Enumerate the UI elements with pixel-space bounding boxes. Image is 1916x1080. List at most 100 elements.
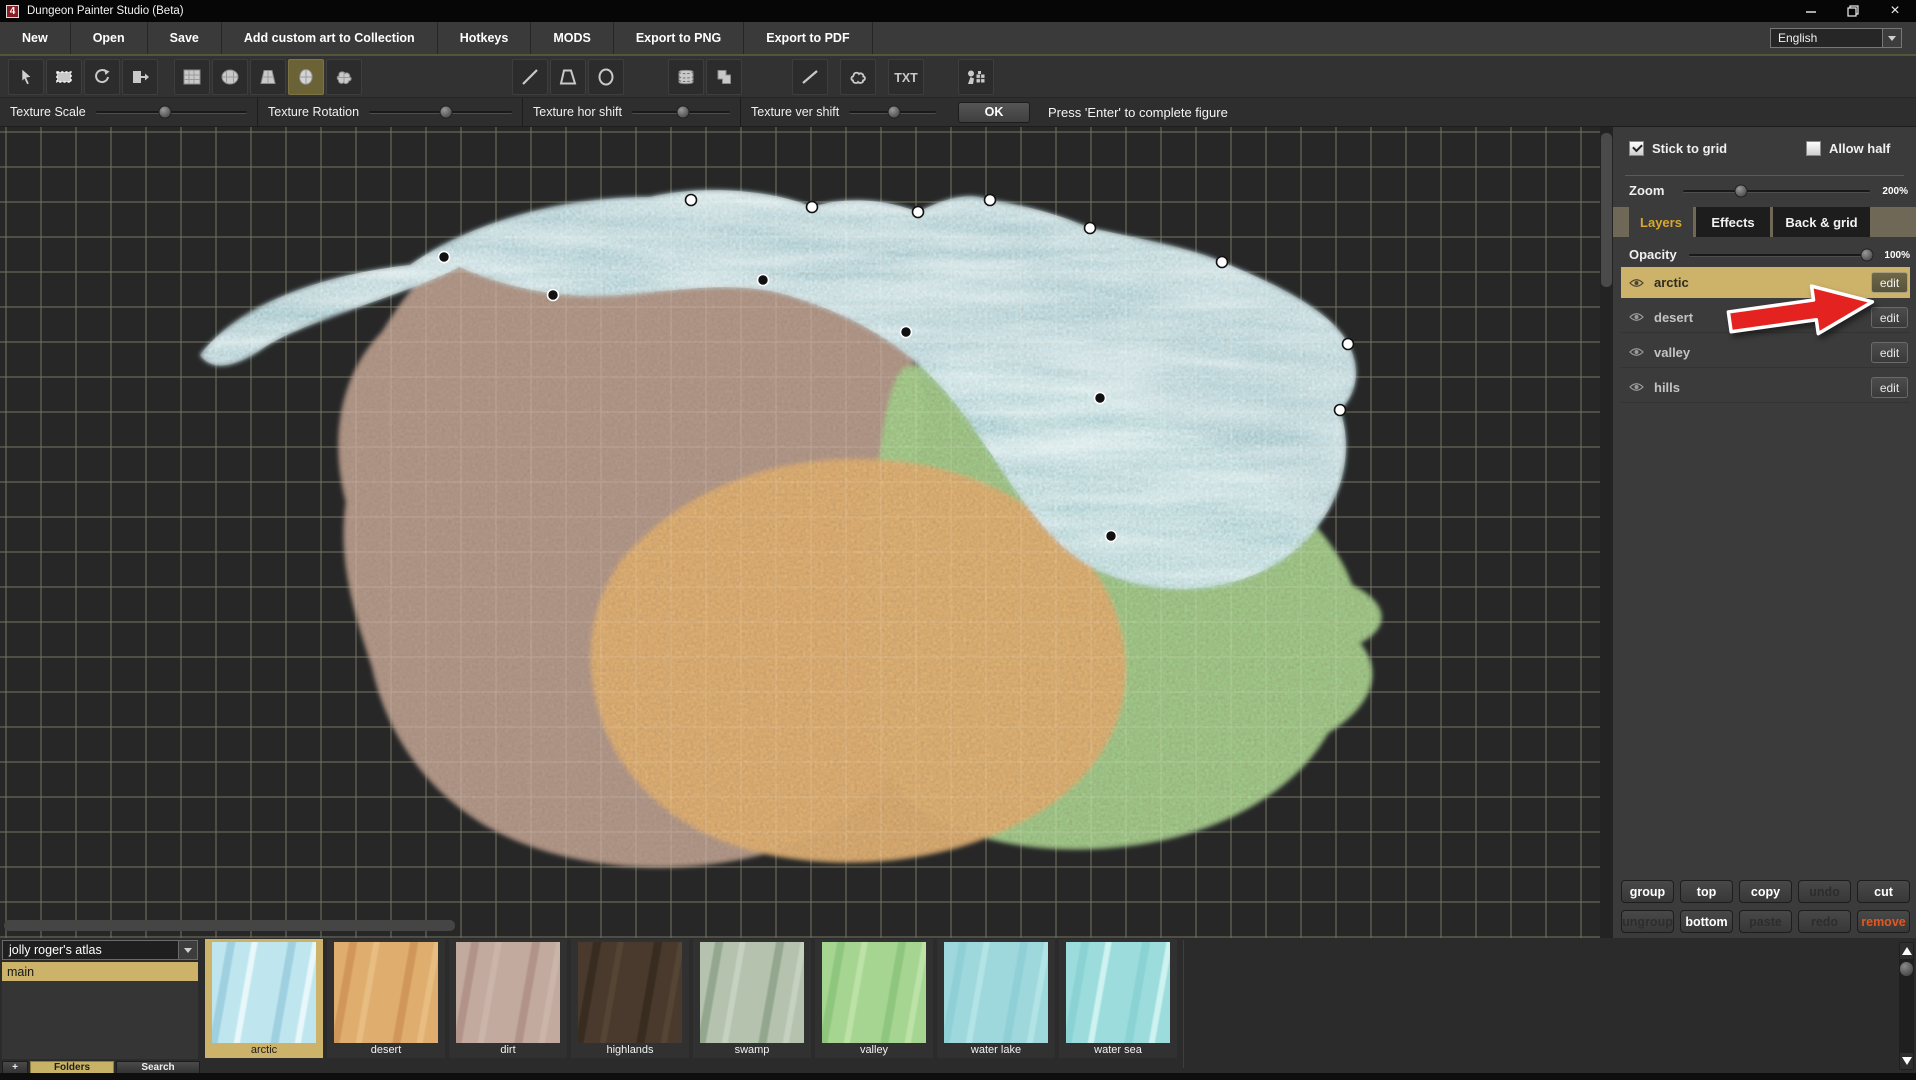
menu-add-custom-art[interactable]: Add custom art to Collection: [222, 22, 438, 54]
undo-button[interactable]: undo: [1798, 880, 1851, 903]
line-segment-tool-icon[interactable]: [792, 59, 828, 95]
texture-scale-slider[interactable]: [95, 105, 247, 118]
canvas-vertical-scrollbar[interactable]: [1600, 127, 1613, 938]
texture-tile-swamp[interactable]: swamp: [693, 939, 811, 1058]
redo-button[interactable]: redo: [1798, 910, 1851, 933]
texture-scale-thumb[interactable]: [158, 105, 172, 118]
map-canvas[interactable]: [0, 127, 1613, 938]
control-point-open[interactable]: [1083, 221, 1097, 235]
grid-rect-tool-icon[interactable]: [174, 59, 210, 95]
cloud-outline-tool-icon[interactable]: [840, 59, 876, 95]
stick-to-grid-checkbox[interactable]: Stick to grid: [1629, 141, 1727, 156]
canvas-horizontal-scrollbar-thumb[interactable]: [4, 920, 455, 931]
browser-scrollbar[interactable]: [1899, 942, 1914, 1070]
polygon-outline-tool-icon[interactable]: [550, 59, 586, 95]
group-button[interactable]: group: [1621, 880, 1674, 903]
browser-scrollbar-thumb[interactable]: [1900, 962, 1913, 976]
tab-effects[interactable]: Effects: [1696, 207, 1770, 237]
control-point-open[interactable]: [1341, 337, 1355, 351]
language-select[interactable]: English: [1770, 28, 1902, 48]
grid-polygon-tool-icon[interactable]: [250, 59, 286, 95]
allow-half-checkbox[interactable]: Allow half: [1806, 141, 1890, 156]
zoom-slider-thumb[interactable]: [1734, 184, 1748, 198]
scroll-down-icon[interactable]: [1900, 1053, 1913, 1069]
layer-row-arctic[interactable]: arctic edit: [1621, 267, 1910, 298]
texture-ver-shift-thumb[interactable]: [887, 105, 901, 118]
edit-layer-button[interactable]: edit: [1871, 342, 1908, 363]
visibility-eye-icon[interactable]: [1629, 347, 1644, 357]
control-point-filled[interactable]: [1104, 529, 1118, 543]
visibility-eye-icon[interactable]: [1629, 278, 1644, 288]
line-tool-icon[interactable]: [512, 59, 548, 95]
select-tool-icon[interactable]: [8, 59, 44, 95]
rotate-tool-icon[interactable]: [84, 59, 120, 95]
control-point-open[interactable]: [1333, 403, 1347, 417]
texture-rotation-slider[interactable]: [369, 105, 512, 118]
texture-rotation-thumb[interactable]: [439, 105, 453, 118]
visibility-eye-icon[interactable]: [1629, 312, 1644, 322]
cut-button[interactable]: cut: [1857, 880, 1910, 903]
control-point-open[interactable]: [983, 193, 997, 207]
texture-tile-highlands[interactable]: highlands: [571, 939, 689, 1058]
menu-open[interactable]: Open: [71, 22, 148, 54]
edit-layer-button[interactable]: edit: [1871, 307, 1908, 328]
grid-cloud-tool-icon[interactable]: [326, 59, 362, 95]
control-point-filled[interactable]: [756, 273, 770, 287]
canvas-vertical-scrollbar-thumb[interactable]: [1601, 133, 1612, 287]
menu-save[interactable]: Save: [148, 22, 222, 54]
top-button[interactable]: top: [1680, 880, 1733, 903]
tab-back-and-grid[interactable]: Back & grid: [1773, 207, 1870, 237]
control-point-filled[interactable]: [437, 250, 451, 264]
paste-button[interactable]: paste: [1739, 910, 1792, 933]
union-tool-icon[interactable]: [706, 59, 742, 95]
ellipse-outline-tool-icon[interactable]: [588, 59, 624, 95]
tab-layers[interactable]: Layers: [1629, 207, 1693, 237]
layer-row-valley[interactable]: valley edit: [1621, 337, 1910, 368]
texture-tile-water-lake[interactable]: water lake: [937, 939, 1055, 1058]
copy-button[interactable]: copy: [1739, 880, 1792, 903]
zoom-slider[interactable]: [1683, 184, 1870, 198]
control-point-filled[interactable]: [899, 325, 913, 339]
menu-new[interactable]: New: [0, 22, 71, 54]
menu-hotkeys[interactable]: Hotkeys: [438, 22, 532, 54]
grid-blob-tool-icon[interactable]: [288, 59, 324, 95]
edit-layer-button[interactable]: edit: [1871, 272, 1908, 293]
texture-tile-desert[interactable]: desert: [327, 939, 445, 1058]
close-icon[interactable]: ×: [1874, 0, 1916, 22]
grid-ellipse-tool-icon[interactable]: [212, 59, 248, 95]
opacity-slider-thumb[interactable]: [1860, 248, 1873, 262]
control-point-open[interactable]: [1215, 255, 1229, 269]
layer-row-hills[interactable]: hills edit: [1621, 372, 1910, 403]
move-export-tool-icon[interactable]: [122, 59, 158, 95]
texture-ver-shift-slider[interactable]: [849, 105, 936, 118]
minimize-icon[interactable]: [1790, 0, 1832, 22]
remove-button[interactable]: remove: [1857, 910, 1910, 933]
folder-item-main[interactable]: main: [2, 962, 198, 981]
texture-tile-dirt[interactable]: dirt: [449, 939, 567, 1058]
control-point-filled[interactable]: [546, 288, 560, 302]
objects-tool-icon[interactable]: [958, 59, 994, 95]
opacity-slider[interactable]: [1689, 248, 1873, 262]
atlas-dropdown-icon[interactable]: [178, 941, 197, 959]
texture-hor-shift-slider[interactable]: [631, 105, 730, 118]
menu-export-png[interactable]: Export to PNG: [614, 22, 745, 54]
bottom-button[interactable]: bottom: [1680, 910, 1733, 933]
language-dropdown-icon[interactable]: [1882, 29, 1901, 47]
scroll-up-icon[interactable]: [1900, 943, 1913, 959]
marquee-tool-icon[interactable]: [46, 59, 82, 95]
edit-layer-button[interactable]: edit: [1871, 377, 1908, 398]
control-point-open[interactable]: [911, 205, 925, 219]
texture-tile-valley[interactable]: valley: [815, 939, 933, 1058]
control-point-open[interactable]: [805, 200, 819, 214]
cylinder-tool-icon[interactable]: [668, 59, 704, 95]
menu-export-pdf[interactable]: Export to PDF: [744, 22, 873, 54]
layer-row-desert[interactable]: desert edit: [1621, 302, 1910, 333]
atlas-select[interactable]: jolly roger's atlas: [2, 940, 198, 960]
stick-to-grid-checkbox-icon[interactable]: [1629, 141, 1644, 156]
texture-tile-water-sea[interactable]: water sea: [1059, 939, 1177, 1058]
ok-button[interactable]: OK: [958, 101, 1030, 123]
restore-icon[interactable]: [1832, 0, 1874, 22]
visibility-eye-icon[interactable]: [1629, 382, 1644, 392]
texture-hor-shift-thumb[interactable]: [676, 105, 690, 118]
texture-tile-arctic[interactable]: arctic: [205, 939, 323, 1058]
